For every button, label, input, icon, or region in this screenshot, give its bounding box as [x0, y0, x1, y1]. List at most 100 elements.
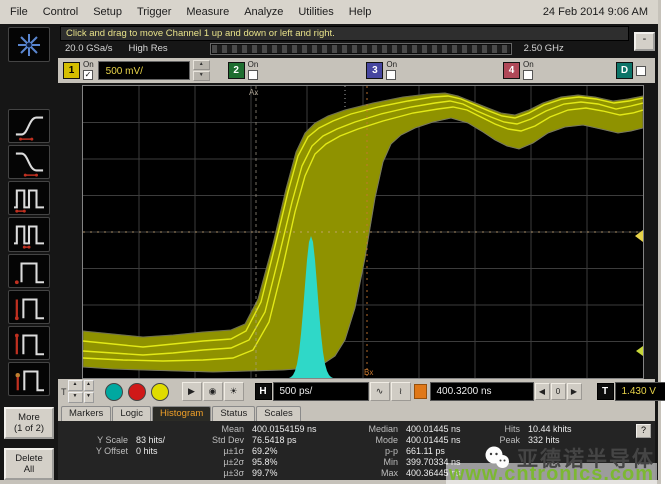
horizontal-badge: H	[255, 383, 272, 400]
channel-2-badge[interactable]: 2	[228, 62, 245, 79]
edge-marker-icon-2[interactable]	[8, 290, 50, 324]
horizontal-trigger-toolbar: T ▲ ▼ ▲ ▼ ▶ ◉ ☀ H 500 p	[58, 379, 655, 404]
menu-utilities[interactable]: Utilities	[298, 6, 333, 18]
trigger-source-swatch[interactable]	[414, 384, 427, 399]
menu-items: File Control Setup Trigger Measure Analyze Uti…	[10, 6, 371, 18]
falling-edge-icon[interactable]	[8, 145, 50, 179]
edge-marker-icon-1[interactable]	[8, 254, 50, 288]
fine-down-button[interactable]: ▼	[84, 392, 94, 403]
position-spinners: ▲ ▼ ▲ ▼	[68, 380, 94, 403]
tab-logic[interactable]: Logic	[112, 406, 151, 421]
svg-text:Bx: Bx	[364, 368, 373, 377]
memory-bar	[210, 43, 512, 55]
more-label: More	[6, 412, 52, 423]
pulse-width-pos-icon[interactable]	[8, 181, 50, 215]
acq-mode: High Res	[129, 43, 168, 54]
edge-marker-icon-3[interactable]	[8, 326, 50, 360]
stat-row: p-p661.11 ps	[356, 446, 494, 457]
waveform-plot: Ax Bx	[83, 86, 643, 378]
stat-row: µ±1σ69.2%	[198, 446, 356, 457]
stat-row: µ±3σ99.7%	[198, 468, 356, 479]
stat-row: Mode400.01445 ns	[356, 435, 494, 446]
single-button[interactable]	[151, 383, 169, 401]
trigger-badge: T	[597, 383, 614, 400]
channel-1-on-checkbox[interactable]: ✓	[83, 70, 93, 80]
stop-button[interactable]	[128, 383, 146, 401]
stat-row: Y Scale83 hits/	[88, 435, 198, 446]
stat-row: Std Dev76.5418 ps	[198, 435, 356, 446]
sample-rate: 20.0 GSa/s	[65, 43, 113, 54]
digital-on-checkbox[interactable]	[636, 66, 646, 76]
delete-sub: All	[6, 464, 52, 475]
tab-markers[interactable]: Markers	[61, 406, 111, 421]
delete-all-button[interactable]: Delete All	[4, 448, 54, 480]
channel-3-badge[interactable]: 3	[366, 62, 383, 79]
trigger-level-display[interactable]: 1.430 V	[615, 382, 665, 401]
svg-text:Ax: Ax	[249, 88, 258, 97]
channel-4-badge[interactable]: 4	[503, 62, 520, 79]
hscale-zoom-out-button[interactable]: ∿	[370, 382, 390, 401]
hscale-zoom-in-button[interactable]: ≀	[391, 382, 411, 401]
menu-file[interactable]: File	[10, 6, 28, 18]
intensity-button[interactable]: ☀	[224, 382, 244, 401]
delay-left-button[interactable]: ◀	[535, 383, 550, 400]
channel-2-on-checkbox[interactable]	[248, 70, 258, 80]
channel-1-scale-up-button[interactable]: ▲	[193, 60, 210, 70]
fine-up-button[interactable]: ▲	[84, 380, 94, 391]
bottom-tabs: MarkersLogicHistogramStatusScales	[58, 404, 655, 421]
more-sub: (1 of 2)	[6, 423, 52, 434]
menu-analyze[interactable]: Analyze	[244, 6, 283, 18]
delete-label: Delete	[6, 453, 52, 464]
oscilloscope-window: File Control Setup Trigger Measure Analyze Uti…	[0, 0, 661, 484]
autoscale-icon[interactable]	[8, 27, 50, 62]
position-up-button[interactable]: ▲	[68, 380, 83, 391]
channel-4-on-checkbox[interactable]	[523, 70, 533, 80]
more-button[interactable]: More (1 of 2)	[4, 407, 54, 439]
channel-3-on-checkbox[interactable]	[386, 70, 396, 80]
channel-1-on-label: On	[83, 61, 94, 69]
watermark: 亚德诺半导体	[484, 443, 655, 473]
clear-display-button[interactable]: ◉	[203, 382, 223, 401]
acquisition-status: 20.0 GSa/s High Res 2.50 GHz	[60, 41, 629, 56]
timebase-display[interactable]: 500 ps/	[273, 382, 369, 401]
rising-edge-icon[interactable]	[8, 109, 50, 143]
tab-histogram[interactable]: Histogram	[152, 406, 211, 421]
delay-right-button[interactable]: ▶	[567, 383, 582, 400]
menu-control[interactable]: Control	[43, 6, 78, 18]
touch-tool-button[interactable]: ▶	[182, 382, 202, 401]
sidebar: More (1 of 2) Delete All	[0, 24, 58, 480]
menu-help[interactable]: Help	[349, 6, 372, 18]
channel-3-on-label: On	[386, 61, 397, 69]
hint-text: Click and drag to move Channel 1 up and …	[60, 26, 629, 41]
edge-marker-icon-4[interactable]	[8, 362, 50, 396]
position-down-button[interactable]: ▼	[68, 392, 83, 403]
stat-row: Median400.01445 ns	[356, 424, 494, 435]
minimize-button[interactable]: -	[634, 32, 655, 51]
channel-1-scale-down-button[interactable]: ▼	[193, 71, 210, 81]
tab-status[interactable]: Status	[212, 406, 255, 421]
delay-zero-button[interactable]: 0	[551, 383, 566, 400]
menu-setup[interactable]: Setup	[93, 6, 122, 18]
channel-bar: 1 On ✓ 500 mV/ ▲ ▼ 2 On	[58, 58, 655, 83]
wechat-icon	[484, 446, 510, 470]
watermark-cn-text: 亚德诺半导体	[517, 443, 655, 473]
menu-trigger[interactable]: Trigger	[137, 6, 171, 18]
toolbar-t-label: T	[61, 387, 67, 397]
bandwidth: 2.50 GHz	[524, 43, 564, 54]
channel-4-on-label: On	[523, 61, 534, 69]
tab-scales[interactable]: Scales	[256, 406, 301, 421]
stat-row: µ±2σ95.8%	[198, 457, 356, 468]
channel-1-scale-display[interactable]: 500 mV/	[98, 61, 190, 80]
stats-column-yscale: Y Scale83 hits/Y Offset0 hits	[88, 424, 198, 480]
menu-measure[interactable]: Measure	[186, 6, 229, 18]
stat-row: Mean400.0154159 ns	[198, 424, 356, 435]
digital-channels-badge[interactable]: D	[616, 62, 633, 79]
run-button[interactable]	[105, 383, 123, 401]
channel-1-badge[interactable]: 1	[63, 62, 80, 79]
waveform-graticule[interactable]: Ax Bx	[82, 85, 644, 379]
delay-display[interactable]: 400.3200 ns	[430, 382, 534, 401]
stat-row: Hits10.44 khits	[494, 424, 598, 435]
stat-row: Y Offset0 hits	[88, 446, 198, 457]
pulse-width-neg-icon[interactable]	[8, 217, 50, 251]
help-button[interactable]: ?	[636, 424, 651, 438]
